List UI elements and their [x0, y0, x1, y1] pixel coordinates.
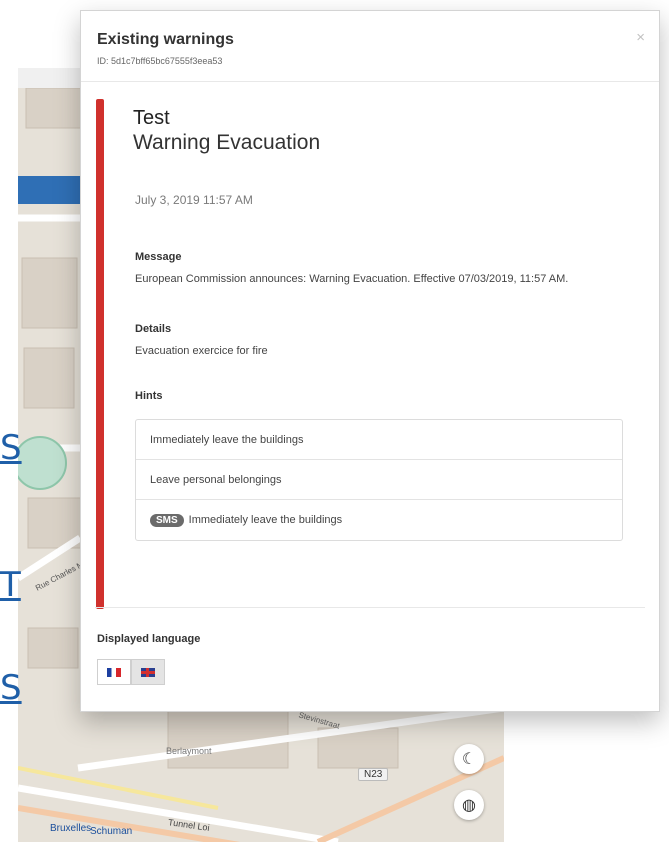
warning-date: July 3, 2019 11:57 AM [135, 193, 253, 207]
details-text: Evacuation exercice for fire [135, 345, 268, 357]
list-item: Immediately leave the buildings [136, 420, 622, 460]
slide-text-glyph: S [0, 668, 22, 708]
language-button-en[interactable] [131, 659, 165, 685]
details-heading: Details [135, 323, 172, 335]
hint-text: Immediately leave the buildings [188, 514, 343, 526]
dialog-title: Existing warnings [97, 31, 234, 48]
existing-warnings-dialog: Existing warnings ID: 5d1c7bff65bc67555f… [80, 10, 660, 712]
language-button-fr[interactable] [97, 659, 131, 685]
globe-icon[interactable]: ◍ [454, 790, 484, 820]
footer-divider [95, 607, 645, 608]
map-road-shield-n23: N23 [358, 768, 389, 781]
warning-severity-bar [96, 99, 104, 609]
hint-text: Leave personal belongings [150, 473, 282, 486]
displayed-language-label: Displayed language [97, 633, 201, 645]
hints-heading: Hints [135, 390, 163, 402]
warning-prefix: Test [133, 107, 170, 129]
warning-title: Warning Evacuation [133, 131, 321, 154]
list-item: Leave personal belongings [136, 460, 622, 500]
language-switcher [97, 659, 165, 685]
hint-text: Immediately leave the buildings [150, 433, 304, 446]
map-label-schuman: Schuman [90, 826, 133, 837]
hints-list: Immediately leave the buildings Leave pe… [135, 419, 623, 541]
moon-icon[interactable]: ☾ [454, 744, 484, 774]
slide-text-glyph: S [0, 428, 22, 468]
warning-id: ID: 5d1c7bff65bc67555f3eea53 [97, 56, 223, 66]
list-item: SMS Immediately leave the buildings [136, 500, 622, 540]
sms-badge: SMS [150, 513, 184, 527]
flag-uk-icon [141, 667, 155, 677]
map-label-berlaymont: Berlaymont [166, 746, 212, 756]
slide-text-glyph: T [0, 565, 21, 605]
flag-fr-icon [107, 667, 121, 677]
map-label-bruxelles: Bruxelles [50, 823, 92, 834]
message-text: European Commission announces: Warning E… [135, 273, 569, 285]
close-icon[interactable]: × [636, 29, 645, 46]
message-heading: Message [135, 251, 182, 263]
header-divider [81, 81, 659, 82]
